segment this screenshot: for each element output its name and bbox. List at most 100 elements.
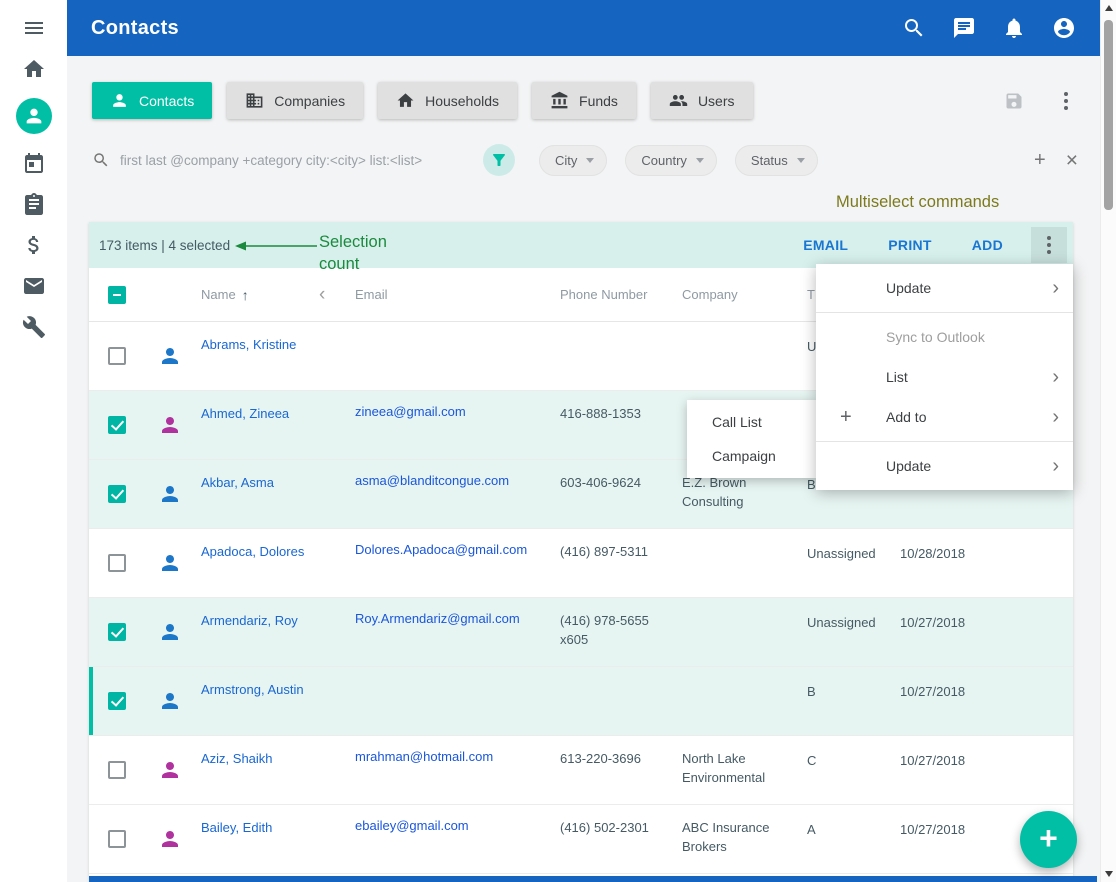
submenu-item-campaign[interactable]: Campaign [687, 439, 817, 473]
person-avatar-icon[interactable] [158, 551, 182, 575]
row-checkbox[interactable] [108, 347, 126, 365]
chip-city[interactable]: City [539, 145, 607, 176]
add-button[interactable]: ADD [972, 237, 1003, 253]
person-avatar-icon[interactable] [158, 482, 182, 506]
chip-country[interactable]: Country [625, 145, 717, 176]
select-all-checkbox[interactable] [108, 286, 126, 304]
chip-status[interactable]: Status [735, 145, 818, 176]
tab-households[interactable]: Households [378, 82, 517, 119]
collapse-columns-icon[interactable]: ‹ [313, 284, 349, 306]
chevron-right-icon [1052, 456, 1059, 476]
chevron-right-icon [1052, 407, 1059, 427]
table-row[interactable]: Armendariz, Roy Roy.Armendariz@gmail.com… [89, 598, 1073, 667]
person-avatar-icon[interactable] [158, 620, 182, 644]
menu-item-update-2[interactable]: Update [816, 446, 1073, 486]
search-icon[interactable] [902, 16, 926, 40]
contact-name-link[interactable]: Akbar, Asma [201, 475, 274, 490]
tab-funds[interactable]: Funds [532, 82, 636, 119]
scrollbar-thumb[interactable] [1104, 20, 1113, 210]
chevron-down-icon [586, 158, 594, 163]
row-checkbox[interactable] [108, 485, 126, 503]
menu-item-add-to[interactable]: Add to [816, 397, 1073, 437]
email-button[interactable]: EMAIL [803, 237, 848, 253]
multiselect-more-vert-icon[interactable] [1031, 227, 1067, 263]
chat-icon[interactable] [952, 16, 976, 40]
search-filter-row: first last @company +category city:<city… [92, 144, 1078, 176]
calendar-icon[interactable] [22, 151, 46, 175]
contact-name-link[interactable]: Ahmed, Zineea [201, 406, 289, 421]
table-row[interactable]: Aziz, Shaikh mrahman@hotmail.com 613-220… [89, 736, 1073, 805]
notifications-icon[interactable] [1002, 16, 1026, 40]
contact-name-link[interactable]: Abrams, Kristine [201, 337, 296, 352]
row-checkbox[interactable] [108, 623, 126, 641]
row-checkbox[interactable] [108, 554, 126, 572]
menu-icon[interactable] [22, 16, 46, 40]
tab-label: Funds [579, 93, 618, 109]
table-row[interactable]: Bailey, Edith ebailey@gmail.com (416) 50… [89, 805, 1073, 874]
contact-name-link[interactable]: Bailey, Edith [201, 820, 272, 835]
app-bar: Contacts [67, 0, 1100, 56]
table-row[interactable]: Armstrong, Austin B 10/27/2018 [89, 667, 1073, 736]
tab-label: Contacts [139, 93, 194, 109]
vertical-scrollbar[interactable] [1100, 0, 1116, 882]
left-sidebar [0, 0, 67, 882]
annotation-arrow [233, 240, 317, 252]
menu-item-list[interactable]: List [816, 357, 1073, 397]
tools-icon[interactable] [22, 315, 46, 339]
home-icon[interactable] [22, 57, 46, 81]
person-avatar-icon[interactable] [158, 827, 182, 851]
mail-icon[interactable] [22, 274, 46, 298]
tab-companies[interactable]: Companies [227, 82, 363, 119]
table-row[interactable]: Apadoca, Dolores Dolores.Apadoca@gmail.c… [89, 529, 1073, 598]
add-to-submenu: Call List Campaign [687, 400, 817, 478]
filter-icon[interactable] [483, 144, 515, 176]
column-header-name[interactable]: Name ↑ [195, 287, 313, 303]
account-icon[interactable] [1052, 16, 1076, 40]
chevron-down-icon [797, 158, 805, 163]
clear-search-icon[interactable] [1066, 150, 1078, 171]
category-cell: B [801, 667, 894, 735]
row-checkbox[interactable] [108, 416, 126, 434]
save-icon[interactable] [1004, 91, 1024, 111]
entity-tabs: Contacts Companies Households Funds User… [92, 82, 1078, 119]
email-cell [349, 667, 554, 735]
search-input[interactable]: first last @company +category city:<city… [120, 153, 455, 168]
chevron-right-icon [1052, 367, 1059, 387]
person-avatar-icon[interactable] [158, 758, 182, 782]
scroll-up-icon[interactable] [1105, 5, 1113, 11]
person-avatar-icon[interactable] [158, 413, 182, 437]
contact-name-link[interactable]: Armendariz, Roy [201, 613, 298, 628]
contact-name-link[interactable]: Aziz, Shaikh [201, 751, 273, 766]
row-checkbox[interactable] [108, 761, 126, 779]
contact-name-link[interactable]: Apadoca, Dolores [201, 544, 304, 559]
chevron-down-icon [696, 158, 704, 163]
menu-item-sync-outlook[interactable]: Sync to Outlook [816, 317, 1073, 357]
tab-label: Companies [274, 93, 345, 109]
print-button[interactable]: PRINT [888, 237, 932, 253]
contact-name-link[interactable]: Armstrong, Austin [201, 682, 304, 697]
company-cell [676, 529, 801, 597]
money-icon[interactable] [22, 233, 46, 257]
column-header-phone[interactable]: Phone Number [554, 287, 676, 302]
horizontal-scrollbar[interactable] [89, 876, 1097, 882]
column-header-email[interactable]: Email [349, 287, 554, 302]
tab-users[interactable]: Users [651, 82, 753, 119]
menu-item-update[interactable]: Update [816, 268, 1073, 308]
scroll-down-icon[interactable] [1105, 871, 1113, 877]
tasks-icon[interactable] [22, 192, 46, 216]
tab-contacts[interactable]: Contacts [92, 82, 212, 119]
plus-icon [840, 406, 852, 429]
menu-divider [816, 441, 1073, 442]
person-avatar-icon[interactable] [158, 344, 182, 368]
company-cell: North Lake Environmental [676, 736, 801, 804]
submenu-item-call-list[interactable]: Call List [687, 405, 817, 439]
person-avatar-icon[interactable] [158, 689, 182, 713]
add-filter-icon[interactable] [1034, 150, 1046, 170]
row-checkbox[interactable] [108, 830, 126, 848]
row-checkbox[interactable] [108, 692, 126, 710]
add-contact-fab[interactable] [1020, 811, 1077, 868]
more-vert-icon[interactable] [1054, 89, 1078, 113]
column-header-company[interactable]: Company [676, 287, 801, 302]
date-cell: 10/27/2018 [894, 598, 1073, 666]
contacts-active-icon[interactable] [16, 98, 52, 134]
